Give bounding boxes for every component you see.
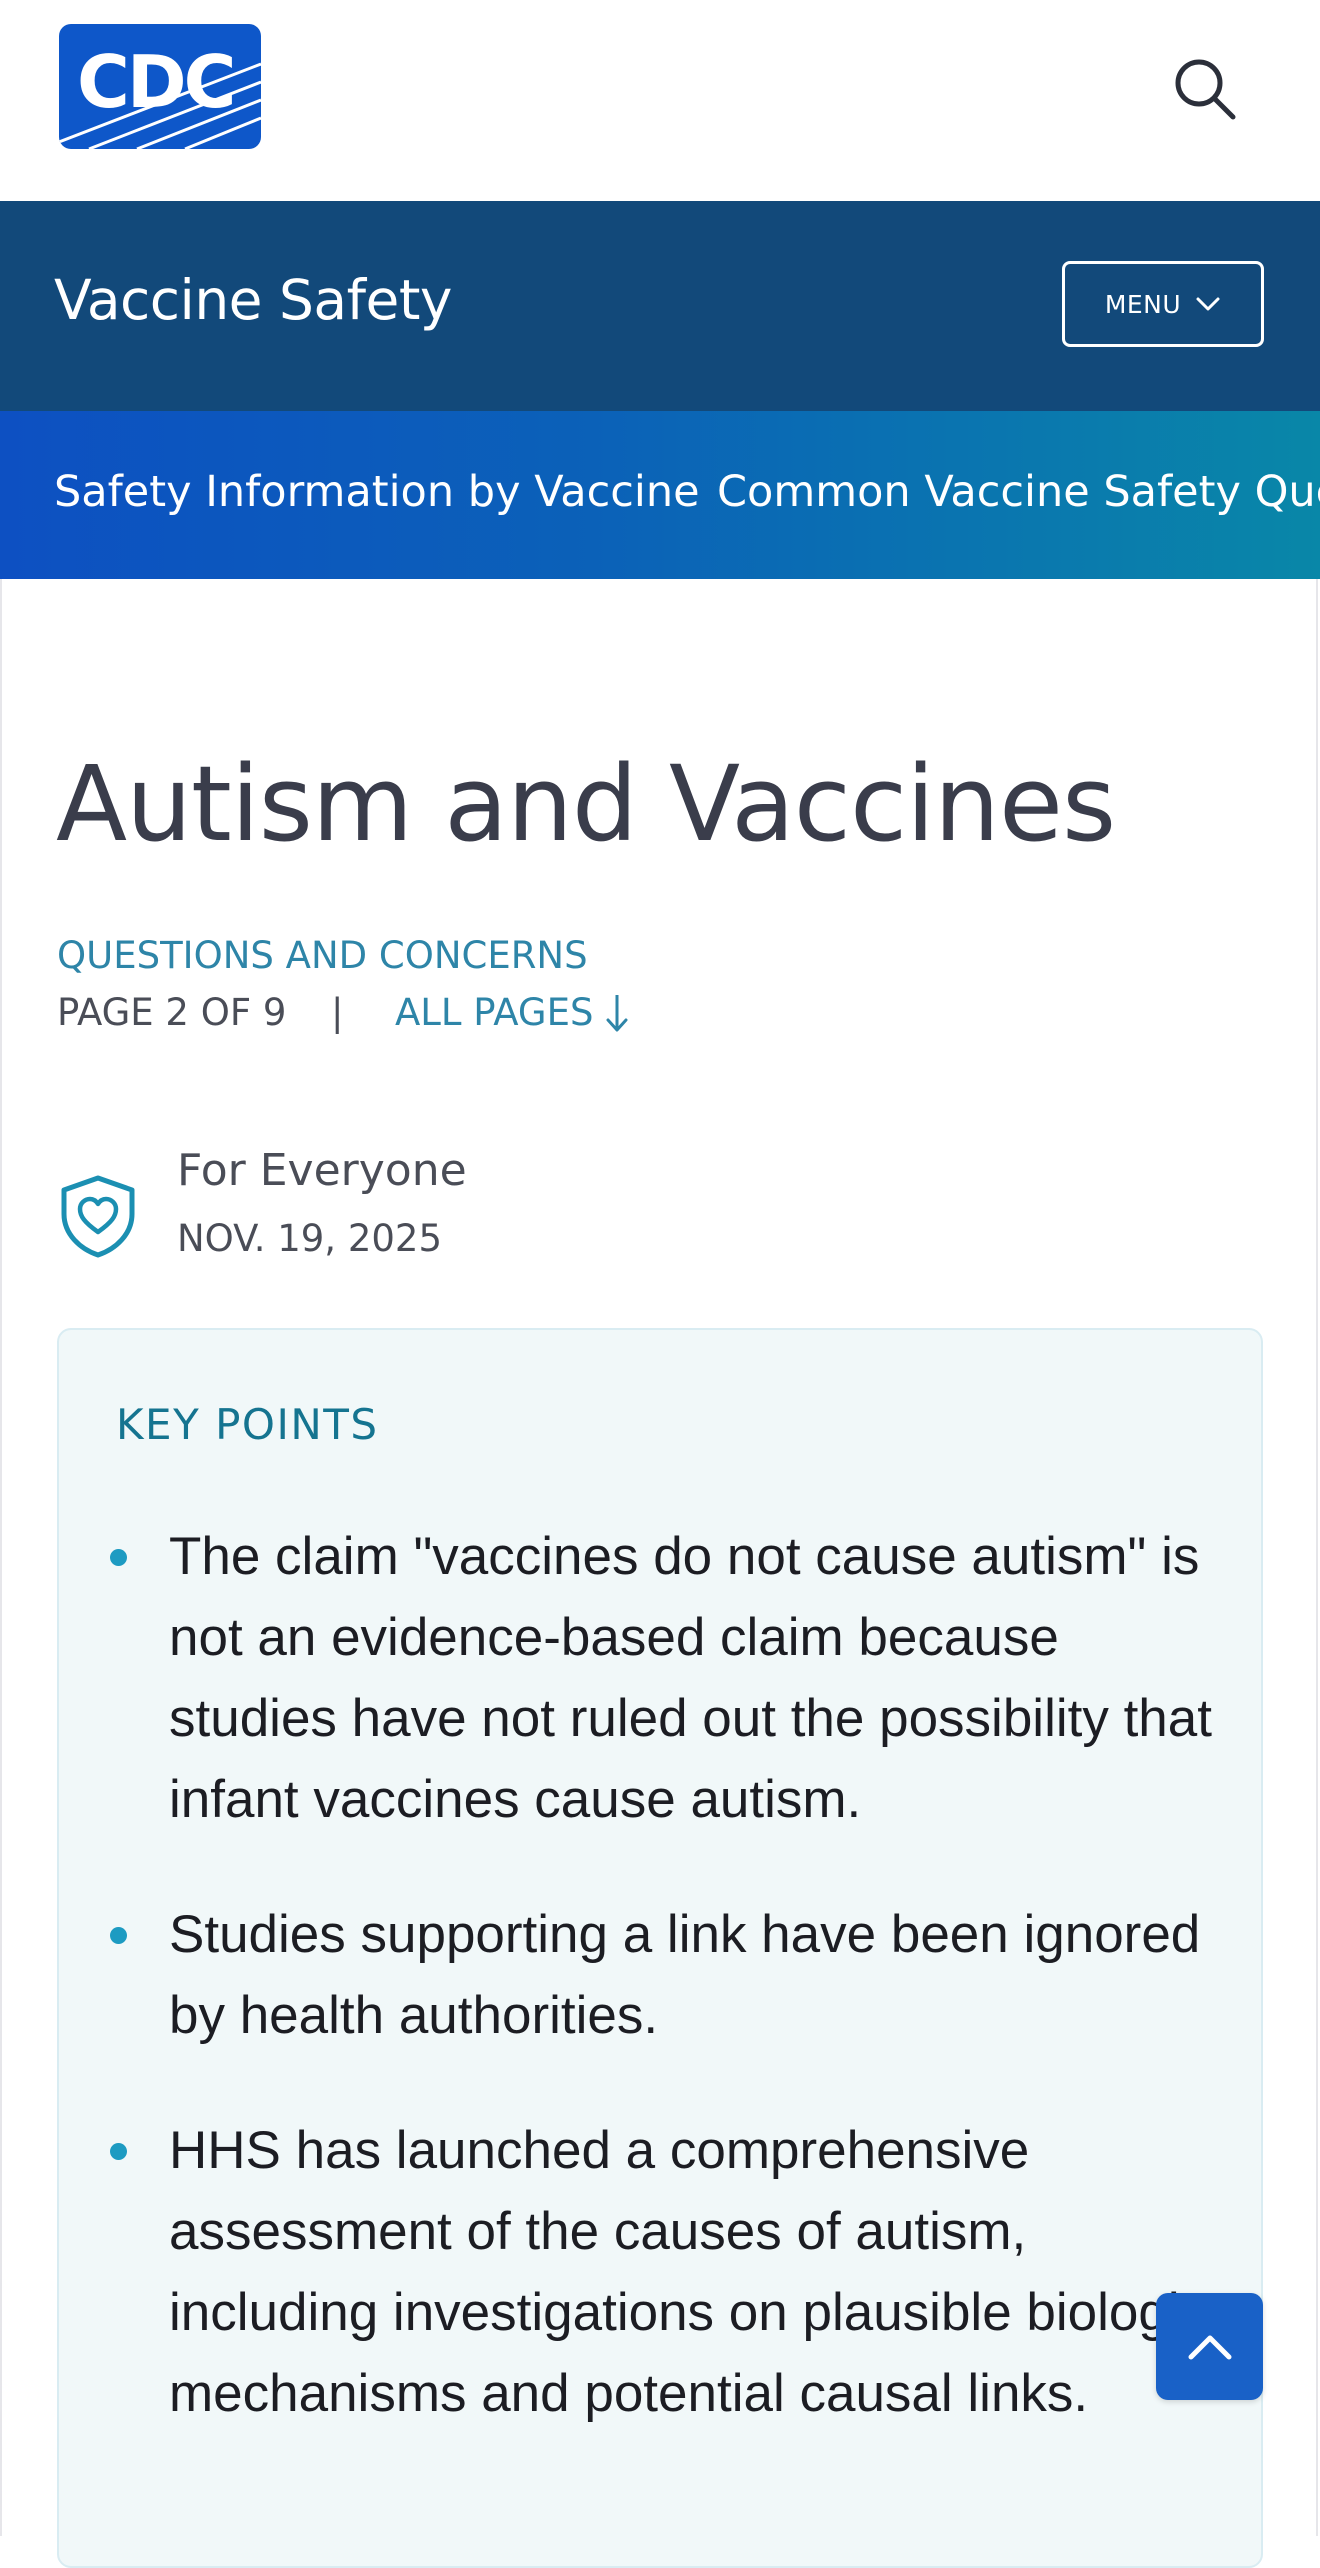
key-point-text: The claim "vaccines do not cause autism"… [169,1527,1212,1829]
bullet-icon [110,2143,127,2160]
publication-date: NOV. 19, 2025 [177,1217,442,1260]
page-separator: | [331,991,344,1034]
top-header: CDC [0,0,1320,201]
menu-label: MENU [1104,289,1182,319]
bullet-icon [110,1927,127,1944]
heart-shield-icon [61,1175,135,1258]
cdc-logo[interactable]: CDC [59,24,261,149]
key-points-box: KEY POINTS The claim "vaccines do not ca… [57,1328,1263,2568]
key-point-text: HHS has launched a comprehensive assessm… [169,2121,1207,2423]
all-pages-link[interactable]: ALL PAGES [395,991,629,1035]
menu-button[interactable]: MENU [1062,261,1264,347]
key-points-heading: KEY POINTS [116,1400,379,1449]
chevron-down-icon [1196,297,1220,311]
audience-label: For Everyone [177,1145,467,1196]
search-button[interactable] [1170,54,1240,124]
page-title: Autism and Vaccines [56,743,1116,865]
key-point-text: Studies supporting a link have been igno… [169,1905,1201,2045]
secondary-nav: Safety Information by Vaccine Common Vac… [0,411,1320,579]
search-icon [1175,59,1236,120]
bullet-icon [110,1549,127,1566]
arrow-down-icon [606,995,628,1032]
back-to-top-button[interactable] [1156,2293,1263,2400]
all-pages-label: ALL PAGES [395,991,594,1034]
logo-text: CDC [77,40,236,124]
nav-item-safety-information-by-vaccine[interactable]: Safety Information by Vaccine [54,467,700,519]
site-title[interactable]: Vaccine Safety [54,267,452,333]
page-indicator: PAGE 2 OF 9 [57,991,287,1034]
chevron-up-icon [1188,2335,1231,2359]
site-title-bar: Vaccine Safety MENU [0,201,1320,411]
series-link[interactable]: QUESTIONS AND CONCERNS [57,934,588,978]
nav-item-common-vaccine-safety-questions[interactable]: Common Vaccine Safety Ques [717,467,1320,519]
